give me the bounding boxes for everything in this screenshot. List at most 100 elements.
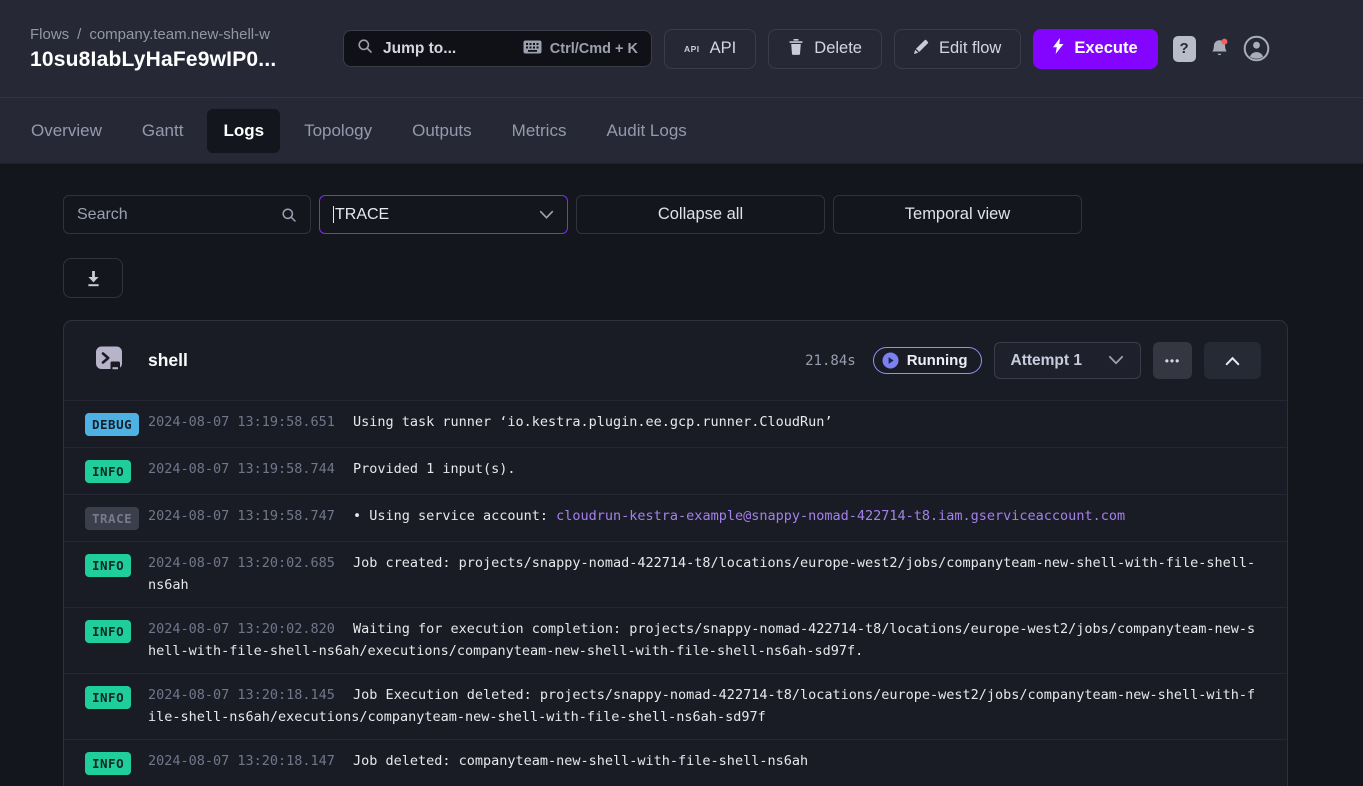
tab-outputs[interactable]: Outputs xyxy=(396,109,488,153)
log-level-badge: INFO xyxy=(85,460,131,483)
log-level-column: DEBUG xyxy=(85,412,148,436)
log-text: 2024-08-07 13:20:18.147Job deleted: comp… xyxy=(148,751,1257,773)
help-glyph: ? xyxy=(1180,40,1189,57)
top-header: Flows / company.team.new-shell-w 10su8Ia… xyxy=(0,0,1363,97)
task-log-card: shell 21.84s Running Attempt 1 • xyxy=(63,320,1288,786)
log-timestamp: 2024-08-07 13:20:02.685 xyxy=(148,555,335,571)
delete-button[interactable]: Delete xyxy=(768,29,882,69)
log-level-badge: INFO xyxy=(85,686,131,709)
log-list: DEBUG 2024-08-07 13:19:58.651 Using task … xyxy=(64,400,1287,786)
log-text: 2024-08-07 13:20:02.820Waiting for execu… xyxy=(148,619,1257,662)
log-level-column: INFO xyxy=(85,459,148,483)
collapse-all-button[interactable]: Collapse all xyxy=(576,195,825,234)
temporal-view-button[interactable]: Temporal view xyxy=(833,195,1082,234)
log-level-badge: INFO xyxy=(85,752,131,775)
jump-to-shortcut: Ctrl/Cmd + K xyxy=(523,40,638,58)
title-block: Flows / company.team.new-shell-w 10su8Ia… xyxy=(30,26,343,72)
tab-gantt[interactable]: Gantt xyxy=(126,109,200,153)
task-card-header: shell 21.84s Running Attempt 1 • xyxy=(64,321,1287,400)
breadcrumb: Flows / company.team.new-shell-w xyxy=(30,26,343,43)
jump-to-placeholder: Jump to... xyxy=(383,40,456,58)
log-message: Using task runner ‘io.kestra.plugin.ee.g… xyxy=(353,414,833,430)
log-level-value: TRACE xyxy=(335,206,389,224)
pencil-icon xyxy=(914,39,929,59)
log-level-column: TRACE xyxy=(85,506,148,530)
delete-button-label: Delete xyxy=(814,39,862,58)
log-level-select[interactable]: TRACE xyxy=(319,195,568,234)
tab-label: Gantt xyxy=(142,121,184,140)
jump-to-search[interactable]: Jump to... Ctrl/Cmd + K xyxy=(343,30,652,67)
tab-metrics[interactable]: Metrics xyxy=(496,109,583,153)
header-icon-group: ? xyxy=(1173,35,1270,62)
status-badge[interactable]: Running xyxy=(873,347,982,374)
collapse-panel-button[interactable] xyxy=(1204,342,1261,379)
api-icon: API xyxy=(684,44,700,54)
search-icon xyxy=(281,207,297,223)
log-row: INFO 2024-08-07 13:20:02.820Waiting for … xyxy=(64,607,1287,673)
log-message: Job deleted: companyteam-new-shell-with-… xyxy=(353,753,808,769)
execute-button[interactable]: Execute xyxy=(1033,29,1157,69)
breadcrumb-separator: / xyxy=(77,26,81,43)
edit-flow-button[interactable]: Edit flow xyxy=(894,29,1021,69)
page-title: 10su8IabLyHaFe9wIP0... xyxy=(30,48,343,72)
api-button[interactable]: API API xyxy=(664,29,756,69)
log-level-badge: INFO xyxy=(85,620,131,643)
log-message: Provided 1 input(s). xyxy=(353,461,516,477)
temporal-view-label: Temporal view xyxy=(905,205,1010,224)
status-label: Running xyxy=(907,352,968,369)
ellipsis-icon: ••• xyxy=(1165,354,1181,368)
log-level-column: INFO xyxy=(85,685,148,709)
log-timestamp: 2024-08-07 13:19:58.744 xyxy=(148,461,335,477)
tab-label: Audit Logs xyxy=(606,121,686,140)
search-icon xyxy=(357,38,373,59)
notifications-bell-icon[interactable] xyxy=(1209,38,1230,59)
log-text: 2024-08-07 13:20:02.685Job created: proj… xyxy=(148,553,1257,596)
log-timestamp: 2024-08-07 13:19:58.651 xyxy=(148,414,335,430)
log-text: 2024-08-07 13:19:58.744 Provided 1 input(… xyxy=(148,459,1257,481)
execute-button-label: Execute xyxy=(1074,39,1137,58)
log-level-column: INFO xyxy=(85,553,148,577)
help-icon[interactable]: ? xyxy=(1173,36,1196,62)
log-row: DEBUG 2024-08-07 13:19:58.651 Using task … xyxy=(64,400,1287,447)
log-timestamp: 2024-08-07 13:20:02.820 xyxy=(148,621,335,637)
chevron-down-icon xyxy=(1108,355,1124,366)
search-input[interactable]: Search xyxy=(63,195,311,234)
play-circle-icon xyxy=(882,352,899,369)
tab-audit-logs[interactable]: Audit Logs xyxy=(590,109,702,153)
tab-topology[interactable]: Topology xyxy=(288,109,388,153)
log-row: INFO 2024-08-07 13:19:58.744 Provided 1 i… xyxy=(64,447,1287,494)
trash-icon xyxy=(788,38,804,60)
task-card-controls: 21.84s Running Attempt 1 ••• xyxy=(805,342,1261,379)
download-logs-button[interactable] xyxy=(63,258,123,298)
breadcrumb-flows[interactable]: Flows xyxy=(30,26,69,43)
edit-flow-button-label: Edit flow xyxy=(939,39,1001,58)
more-options-button[interactable]: ••• xyxy=(1153,342,1192,379)
search-input-placeholder: Search xyxy=(77,206,128,224)
filter-row: Search TRACE Collapse all Temporal view xyxy=(63,195,1288,234)
log-message: • Using service account: cloudrun-kestra… xyxy=(353,508,1125,524)
tab-logs[interactable]: Logs xyxy=(207,109,280,153)
log-row: INFO 2024-08-07 13:20:18.147Job deleted:… xyxy=(64,739,1287,786)
log-level-column: INFO xyxy=(85,751,148,775)
tab-overview[interactable]: Overview xyxy=(15,109,118,153)
log-row: INFO 2024-08-07 13:20:18.145Job Executio… xyxy=(64,673,1287,739)
tab-label: Outputs xyxy=(412,121,472,140)
tab-label: Metrics xyxy=(512,121,567,140)
chevron-down-icon xyxy=(539,210,554,220)
log-text: 2024-08-07 13:20:18.145Job Execution del… xyxy=(148,685,1257,728)
logs-page-content: Search TRACE Collapse all Temporal view xyxy=(0,164,1363,786)
download-icon xyxy=(84,269,103,288)
user-avatar-icon[interactable] xyxy=(1243,35,1270,62)
shortcut-label: Ctrl/Cmd + K xyxy=(550,41,638,57)
log-level-badge: DEBUG xyxy=(85,413,139,436)
task-name: shell xyxy=(148,350,188,371)
attempt-label: Attempt 1 xyxy=(1011,352,1082,370)
log-row: TRACE 2024-08-07 13:19:58.747• Using ser… xyxy=(64,494,1287,541)
keyboard-icon xyxy=(523,40,542,58)
log-link[interactable]: cloudrun-kestra-example@snappy-nomad-422… xyxy=(556,508,1125,524)
shell-task-icon xyxy=(94,343,124,378)
attempt-select[interactable]: Attempt 1 xyxy=(994,342,1141,379)
text-cursor xyxy=(333,206,334,223)
breadcrumb-flow-id[interactable]: company.team.new-shell-w xyxy=(89,26,270,43)
log-level-column: INFO xyxy=(85,619,148,643)
